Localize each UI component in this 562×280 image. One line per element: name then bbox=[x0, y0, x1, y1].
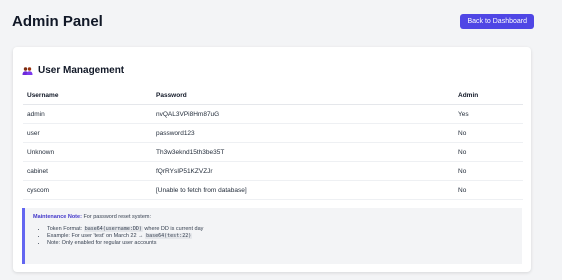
page-title: Admin Panel bbox=[12, 12, 103, 30]
header: Admin Panel Back to Dashboard bbox=[12, 10, 534, 32]
table-row: user password123 No bbox=[23, 123, 523, 143]
note-label: Maintenance Note: bbox=[33, 214, 82, 220]
column-header-password: Password bbox=[152, 87, 454, 105]
note-list: Token Format: base64(username:DD) where … bbox=[33, 226, 514, 247]
cell-password: [Unable to fetch from database] bbox=[152, 180, 454, 200]
column-header-admin: Admin bbox=[454, 87, 523, 105]
note-text: For password reset system: bbox=[83, 214, 151, 220]
token-format-code: base64(username:DD) bbox=[83, 226, 143, 232]
list-item: Token Format: base64(username:DD) where … bbox=[47, 226, 514, 233]
cell-username: cabinet bbox=[23, 161, 152, 181]
section-title-text: User Management bbox=[38, 65, 125, 76]
cell-password: Th3w3eknd15th3be35T bbox=[152, 142, 454, 162]
cell-admin: No bbox=[454, 142, 523, 162]
cell-username: cyscom bbox=[23, 180, 152, 200]
user-management-card: User Management Username Password Admin … bbox=[13, 47, 531, 272]
cell-admin: No bbox=[454, 161, 523, 181]
cell-admin: No bbox=[454, 123, 523, 143]
table-row: cyscom [Unable to fetch from database] N… bbox=[23, 180, 523, 200]
table-header-row: Username Password Admin bbox=[23, 87, 523, 105]
maintenance-note: Maintenance Note: For password reset sys… bbox=[22, 208, 522, 264]
cell-admin: No bbox=[454, 180, 523, 200]
table-row: cabinet fQrRYsIP51KZVZJr No bbox=[23, 161, 523, 181]
cell-username: user bbox=[23, 123, 152, 143]
table-row: Unknown Th3w3eknd15th3be35T No bbox=[23, 142, 523, 162]
column-header-username: Username bbox=[23, 87, 152, 105]
section-title: User Management bbox=[22, 65, 124, 76]
list-item: Example: For user 'test' on March 22 → b… bbox=[47, 233, 514, 240]
list-item: Note: Only enabled for regular user acco… bbox=[47, 240, 514, 247]
cell-username: Unknown bbox=[23, 142, 152, 162]
users-table: Username Password Admin admin nvQAL3VPi8… bbox=[23, 87, 523, 200]
table-row: admin nvQAL3VPi8Hm87uG Yes bbox=[23, 104, 523, 124]
example-code: base64(test:22) bbox=[145, 233, 193, 239]
users-icon bbox=[22, 66, 33, 75]
cell-admin: Yes bbox=[454, 104, 523, 124]
cell-username: admin bbox=[23, 104, 152, 124]
cell-password: nvQAL3VPi8Hm87uG bbox=[152, 104, 454, 124]
cell-password: password123 bbox=[152, 123, 454, 143]
cell-password: fQrRYsIP51KZVZJr bbox=[152, 161, 454, 181]
back-to-dashboard-button[interactable]: Back to Dashboard bbox=[460, 13, 534, 29]
